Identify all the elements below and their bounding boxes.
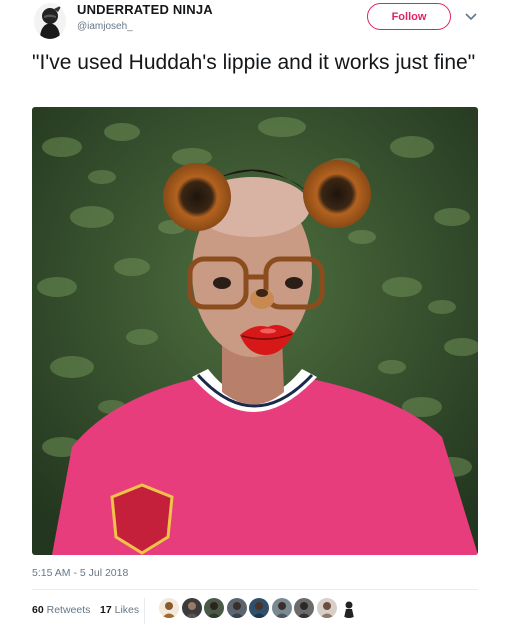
retweets-stat[interactable]: 60 Retweets — [32, 604, 90, 616]
display-name[interactable]: UNDERRATED NINJA — [77, 2, 213, 17]
liker-avatar[interactable] — [249, 598, 269, 618]
tweet-timestamp[interactable]: 5:15 AM - 5 Jul 2018 — [32, 567, 128, 579]
user-handle[interactable]: @iamjoseh_ — [77, 21, 133, 32]
liker-avatar[interactable] — [226, 598, 247, 618]
likes-count: 17 — [100, 604, 112, 616]
avatar[interactable] — [34, 3, 66, 39]
liker-avatar[interactable] — [271, 598, 292, 618]
liker-avatar[interactable] — [181, 598, 202, 618]
liker-avatars — [159, 598, 362, 620]
retweets-count: 60 — [32, 604, 44, 616]
follow-button[interactable]: Follow — [367, 3, 451, 30]
divider — [32, 589, 478, 590]
liker-avatar[interactable] — [316, 598, 337, 618]
retweets-label: Retweets — [46, 604, 91, 616]
liker-avatar[interactable] — [159, 598, 179, 618]
tweet-header: UNDERRATED NINJA @iamjoseh_ Follow — [0, 0, 509, 46]
tweet-stats: 60 Retweets 17 Likes — [32, 596, 478, 626]
tweet-text: "I've used Huddah's lippie and it works … — [32, 51, 476, 74]
likes-label: Likes — [114, 604, 140, 616]
chevron-down-icon[interactable] — [464, 10, 478, 24]
liker-avatar[interactable] — [204, 598, 224, 618]
stats-divider — [144, 598, 145, 624]
tweet-photo[interactable] — [32, 107, 478, 555]
liker-avatar[interactable] — [339, 598, 359, 618]
likes-stat[interactable]: 17 Likes — [100, 604, 139, 616]
liker-avatar[interactable] — [294, 598, 314, 618]
